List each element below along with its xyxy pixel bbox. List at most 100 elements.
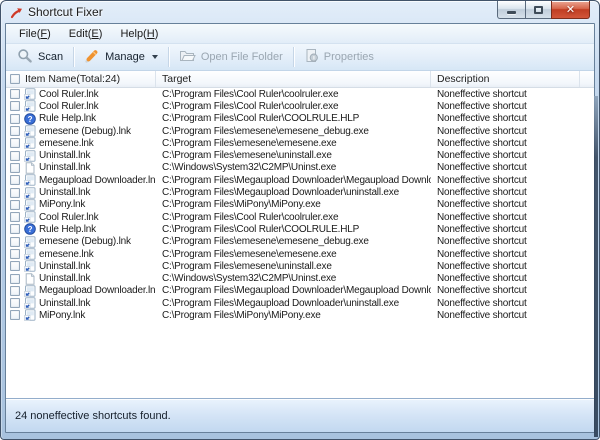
manage-button[interactable]: Manage [75,45,167,69]
item-name: Cool Ruler.lnk [39,89,98,100]
shortcut-file-icon: ? [23,260,36,272]
item-name: Rule Help.lnk [39,113,96,124]
item-name: emesene (Debug).lnk [39,236,131,247]
close-button[interactable]: ✕ [551,1,590,19]
item-name: Uninstall.lnk [39,162,90,173]
row-checkbox[interactable] [10,200,20,210]
item-target: C:\Program Files\emesene\emesene.exe [156,137,431,149]
row-checkbox[interactable] [10,274,20,284]
item-target: C:\Program Files\Cool Ruler\coolruler.ex… [156,211,431,223]
minimize-button[interactable] [497,1,526,19]
svg-text:?: ? [27,225,32,234]
row-checkbox[interactable] [10,188,20,198]
item-description: Noneffective shortcut [431,113,580,125]
table-row[interactable]: ? Uninstall.lnk C:\Program Files\emesene… [6,149,594,161]
column-header-description[interactable]: Description [431,71,580,87]
table-row[interactable]: ? Rule Help.lnk C:\Program Files\Cool Ru… [6,223,594,235]
item-target: C:\Program Files\emesene\uninstall.exe [156,260,431,272]
table-row[interactable]: ? emesene (Debug).lnk C:\Program Files\e… [6,236,594,248]
item-target: C:\Program Files\emesene\emesene_debug.e… [156,236,431,248]
table-row[interactable]: ? Uninstall.lnk C:\Program Files\Megaupl… [6,297,594,309]
window-body: File(F) Edit(E) Help(H) Scan [5,23,595,433]
item-target: C:\Program Files\Cool Ruler\COOLRULE.HLP [156,113,431,125]
table-row[interactable]: ? Cool Ruler.lnk C:\Program Files\Cool R… [6,88,594,100]
table-row[interactable]: ? Megaupload Downloader.lnk C:\Program F… [6,174,594,186]
item-target: C:\Program Files\emesene\uninstall.exe [156,149,431,161]
properties-button[interactable]: Properties [295,45,383,69]
table-row[interactable]: ? Cool Ruler.lnk C:\Program Files\Cool R… [6,211,594,223]
item-description: Noneffective shortcut [431,236,580,248]
row-checkbox[interactable] [10,175,20,185]
table-row[interactable]: ? MiPony.lnk C:\Program Files\MiPony\MiP… [6,309,594,321]
item-name: MiPony.lnk [39,199,85,210]
row-checkbox[interactable] [10,151,20,161]
row-checkbox[interactable] [10,237,20,247]
table-row[interactable]: ? emesene.lnk C:\Program Files\emesene\e… [6,137,594,149]
table-row[interactable]: ? Cool Ruler.lnk C:\Program Files\Cool R… [6,100,594,112]
column-header-target[interactable]: Target [156,71,431,87]
item-name: Rule Help.lnk [39,224,96,235]
maximize-button[interactable] [525,1,552,19]
table-row[interactable]: ? MiPony.lnk C:\Program Files\MiPony\MiP… [6,199,594,211]
shortcut-fixer-window: Shortcut Fixer ✕ File(F) Edit(E) Help(H) [0,0,600,440]
item-target: C:\Program Files\emesene\emesene.exe [156,248,431,260]
shortcut-file-icon: ? [23,211,36,223]
table-row[interactable]: ? Uninstall.lnk C:\Program Files\emesene… [6,260,594,272]
row-checkbox[interactable] [10,163,20,173]
svg-text:?: ? [27,115,32,124]
table-row[interactable]: ? Uninstall.lnk C:\Program Files\Megaupl… [6,186,594,198]
row-checkbox[interactable] [10,101,20,111]
shortcut-file-icon: ? [23,199,36,211]
row-checkbox[interactable] [10,249,20,259]
menu-file[interactable]: File(F) [10,26,60,42]
item-description: Noneffective shortcut [431,297,580,309]
app-logo-icon [9,5,23,19]
item-description: Noneffective shortcut [431,174,580,186]
scan-label: Scan [38,51,63,63]
menu-help[interactable]: Help(H) [111,26,167,42]
item-description: Noneffective shortcut [431,162,580,174]
blank-file-icon: ? [23,162,36,174]
row-checkbox[interactable] [10,286,20,296]
row-checkbox[interactable] [10,114,20,124]
table-row[interactable]: ? Rule Help.lnk C:\Program Files\Cool Ru… [6,113,594,125]
item-name: Cool Ruler.lnk [39,212,98,223]
shortcut-file-icon: ? [23,285,36,297]
item-target: C:\Program Files\Megaupload Downloader\M… [156,174,431,186]
title-bar[interactable]: Shortcut Fixer ✕ [1,1,599,23]
row-checkbox[interactable] [10,261,20,271]
shortcut-file-icon: ? [23,297,36,309]
row-checkbox[interactable] [10,212,20,222]
row-checkbox[interactable] [10,126,20,136]
item-target: C:\Program Files\Megaupload Downloader\u… [156,186,431,198]
column-header-item-name[interactable]: Item Name(Total:24) [6,71,156,87]
item-target: C:\Program Files\Megaupload Downloader\u… [156,297,431,309]
item-name: emesene.lnk [39,249,94,260]
row-checkbox[interactable] [10,298,20,308]
row-checkbox[interactable] [10,89,20,99]
status-bar: 24 noneffective shortcuts found. [6,398,594,432]
table-row[interactable]: ? emesene (Debug).lnk C:\Program Files\e… [6,125,594,137]
row-checkbox[interactable] [10,138,20,148]
menu-edit[interactable]: Edit(E) [60,26,112,42]
item-description: Noneffective shortcut [431,260,580,272]
item-name: emesene.lnk [39,138,94,149]
table-row[interactable]: ? Uninstall.lnk C:\Windows\System32\C2MP… [6,162,594,174]
item-target: C:\Program Files\Megaupload Downloader\M… [156,285,431,297]
scan-button[interactable]: Scan [8,45,72,69]
shortcut-file-icon: ? [23,100,36,112]
shortcut-file-icon: ? [23,236,36,248]
shortcut-file-icon: ? [23,125,36,137]
table-row[interactable]: ? emesene.lnk C:\Program Files\emesene\e… [6,248,594,260]
open-file-folder-button[interactable]: Open File Folder [170,45,292,69]
table-row[interactable]: ? Megaupload Downloader.lnk C:\Program F… [6,285,594,297]
row-checkbox[interactable] [10,224,20,234]
item-name: Uninstall.lnk [39,187,90,198]
item-target: C:\Program Files\Cool Ruler\coolruler.ex… [156,100,431,112]
shortcut-file-icon: ? [23,137,36,149]
folder-icon [179,48,196,66]
select-all-checkbox[interactable] [10,74,20,84]
shortcut-file-icon: ? [23,88,36,100]
row-checkbox[interactable] [10,310,20,320]
table-row[interactable]: ? Uninstall.lnk C:\Windows\System32\C2MP… [6,272,594,284]
